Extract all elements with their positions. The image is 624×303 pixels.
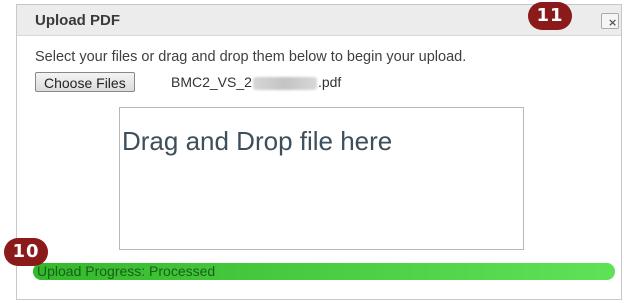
- upload-instructions: Select your files or drag and drop them …: [35, 49, 467, 65]
- filename-suffix: .pdf: [317, 74, 342, 90]
- drop-zone-text: Drag and Drop file here: [122, 126, 393, 156]
- upload-pdf-dialog: Upload PDF × Select your files or drag a…: [16, 4, 622, 300]
- annotation-badge-11: 11: [528, 2, 572, 30]
- redacted-filename-part: [252, 76, 317, 90]
- selected-filename: BMC2_VS_2 .pdf: [171, 74, 341, 90]
- annotation-badge-10: 10: [4, 238, 48, 266]
- drop-zone[interactable]: Drag and Drop file here: [119, 107, 524, 250]
- upload-progress-bar: Upload Progress: Processed: [33, 263, 615, 280]
- upload-progress-label: Upload Progress: Processed: [37, 263, 216, 279]
- dialog-title: Upload PDF: [35, 12, 120, 29]
- close-button[interactable]: ×: [601, 13, 619, 29]
- filename-prefix: BMC2_VS_2: [171, 74, 252, 90]
- choose-files-button[interactable]: Choose Files: [35, 72, 135, 92]
